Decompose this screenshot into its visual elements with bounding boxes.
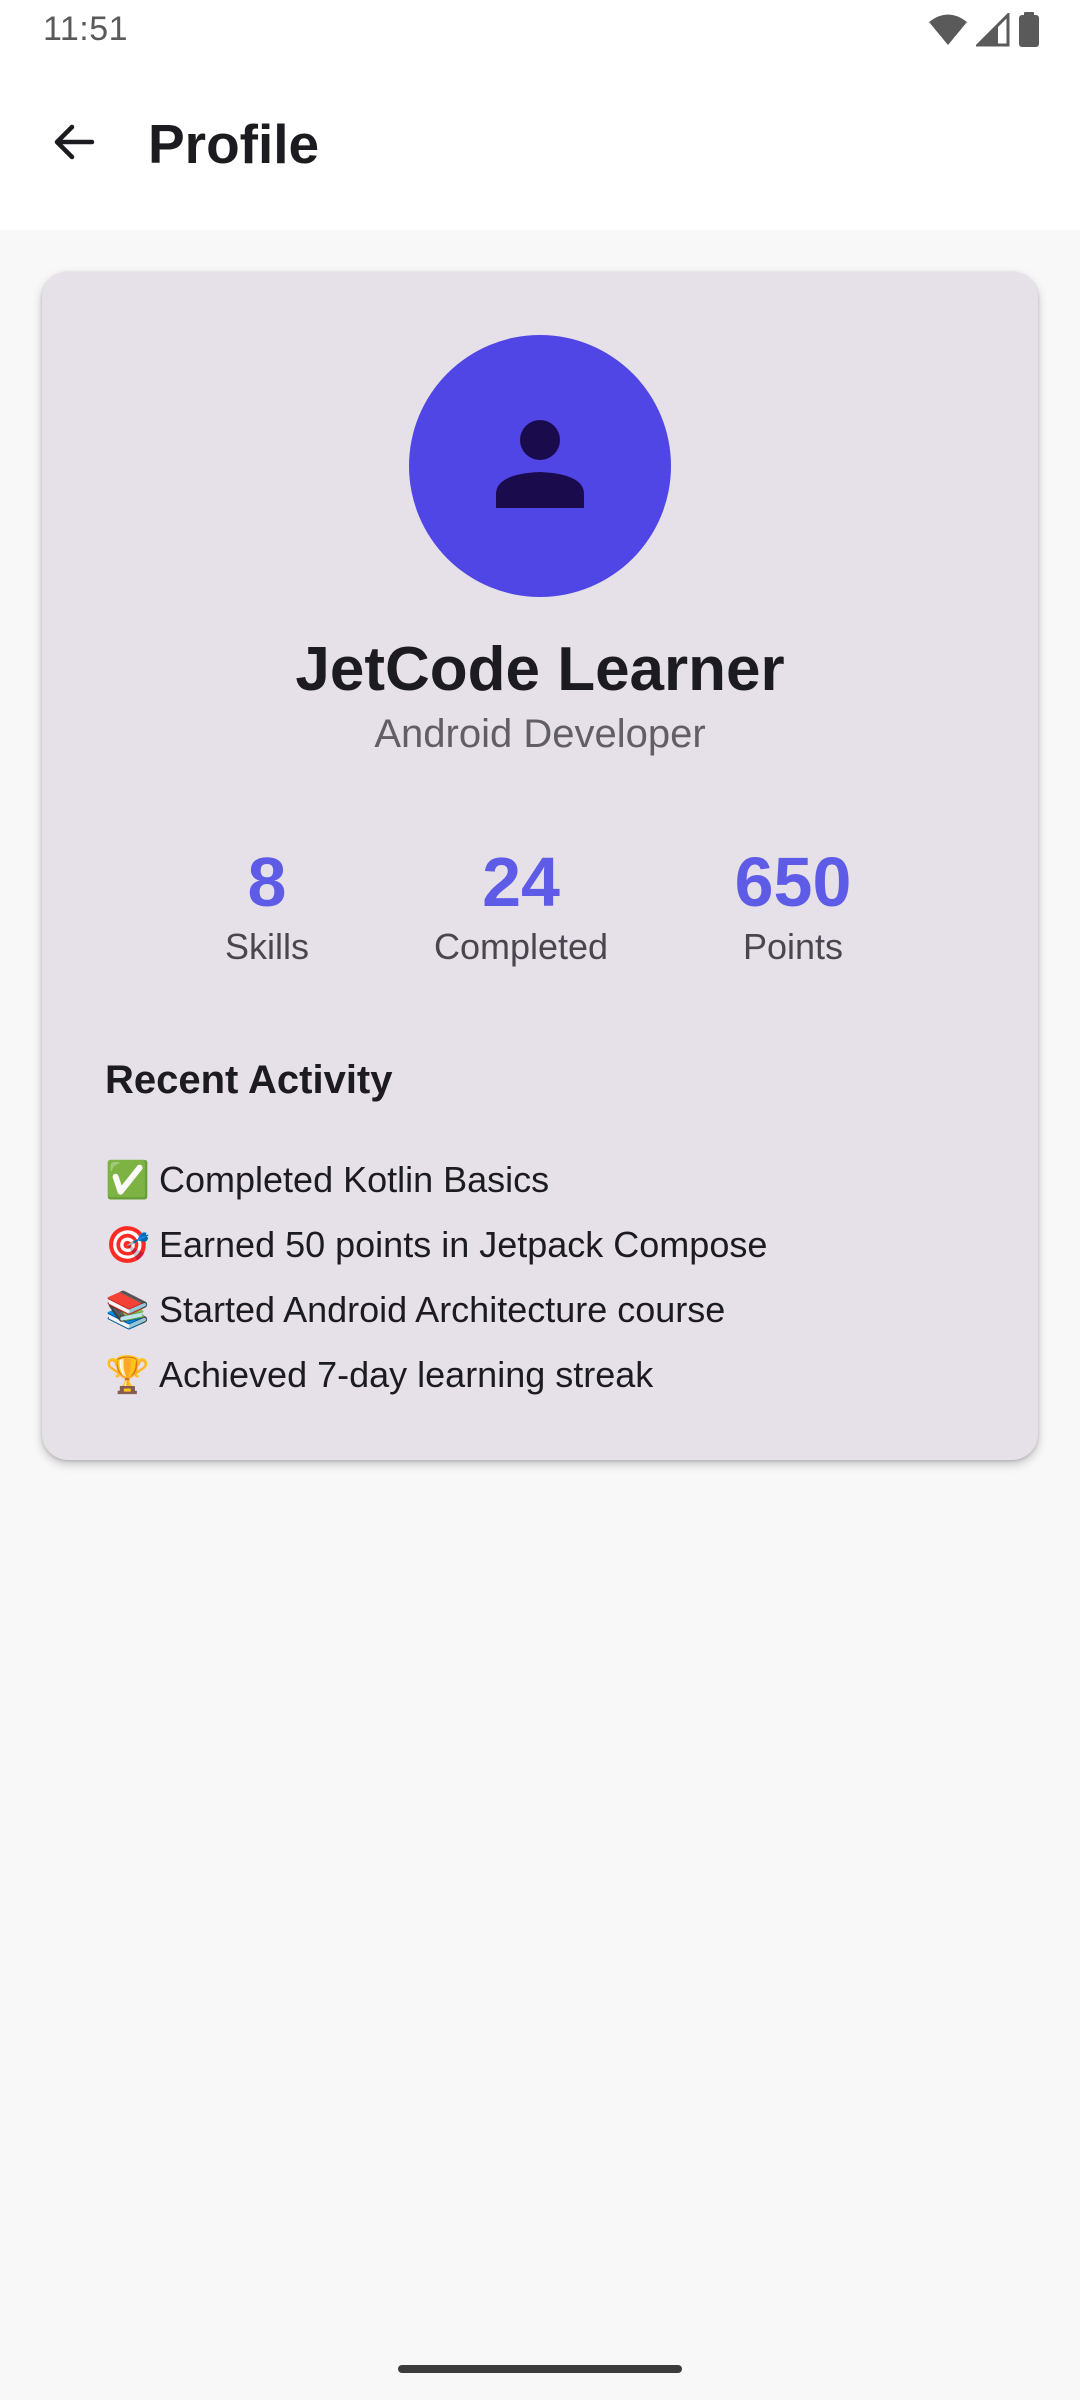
recent-activity-title: Recent Activity — [105, 1058, 393, 1102]
profile-card: JetCode Learner Android Developer 8 Skil… — [42, 272, 1038, 1460]
status-time: 11:51 — [43, 10, 129, 48]
activity-text: Achieved 7-day learning streak — [159, 1353, 654, 1395]
stat-value: 650 — [734, 843, 852, 921]
stat-value: 24 — [482, 843, 560, 921]
list-item: 🏆 Achieved 7-day learning streak — [105, 1342, 767, 1407]
list-item: 📚 Started Android Architecture course — [105, 1277, 767, 1342]
user-role: Android Developer — [374, 712, 706, 756]
page-title: Profile — [148, 113, 320, 175]
activity-list: ✅ Completed Kotlin Basics 🎯 Earned 50 po… — [105, 1147, 767, 1407]
battery-icon — [1018, 12, 1040, 53]
list-item: ✅ Completed Kotlin Basics — [105, 1147, 767, 1212]
check-icon: ✅ — [105, 1158, 150, 1200]
status-icons — [928, 11, 1040, 53]
stat-value: 8 — [247, 843, 287, 921]
stat-completed: 24 Completed — [401, 842, 641, 968]
activity-text: Started Android Architecture course — [159, 1288, 726, 1330]
user-name: JetCode Learner — [295, 635, 785, 704]
trophy-icon: 🏆 — [105, 1353, 150, 1395]
back-button[interactable] — [38, 108, 110, 180]
status-bar: 11:51 — [0, 0, 1080, 62]
signal-icon — [974, 11, 1010, 52]
activity-text: Completed Kotlin Basics — [159, 1158, 550, 1200]
stat-label: Completed — [433, 926, 609, 967]
app-bar: Profile — [0, 62, 1080, 230]
stat-points: 650 Points — [673, 842, 913, 968]
arrow-back-icon — [50, 118, 98, 171]
books-icon: 📚 — [105, 1288, 150, 1330]
activity-text: Earned 50 points in Jetpack Compose — [159, 1223, 768, 1265]
stat-label: Points — [742, 926, 844, 967]
gesture-nav-bar[interactable] — [398, 2365, 682, 2373]
stat-skills: 8 Skills — [147, 842, 387, 968]
list-item: 🎯 Earned 50 points in Jetpack Compose — [105, 1212, 767, 1277]
target-icon: 🎯 — [105, 1223, 150, 1265]
stat-label: Skills — [224, 926, 309, 967]
wifi-icon — [928, 13, 968, 52]
person-icon — [494, 418, 586, 515]
avatar — [409, 335, 671, 597]
